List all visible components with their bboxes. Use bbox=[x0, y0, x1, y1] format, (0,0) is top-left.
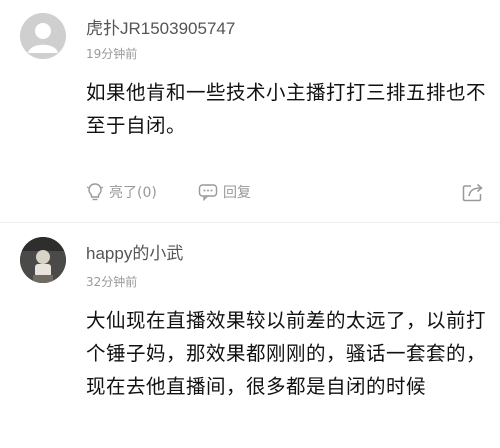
default-avatar-icon bbox=[20, 13, 66, 59]
timestamp: 19分钟前 bbox=[86, 47, 138, 61]
share-button[interactable] bbox=[462, 178, 484, 206]
avatar[interactable] bbox=[20, 13, 66, 59]
share-icon bbox=[462, 183, 483, 202]
chat-bubble-icon bbox=[198, 184, 218, 201]
comment-item: 虎扑JR1503905747 19分钟前 如果他肯和一些技术小主播打打三排五排也… bbox=[0, 0, 500, 222]
avatar[interactable] bbox=[20, 237, 66, 283]
timestamp: 32分钟前 bbox=[86, 275, 138, 289]
username[interactable]: 虎扑JR1503905747 bbox=[86, 14, 235, 39]
comment-text: 如果他肯和一些技术小主播打打三排五排也不至于自闭。 bbox=[86, 81, 487, 137]
reply-button[interactable]: 回复 bbox=[198, 178, 251, 206]
reply-label: 回复 bbox=[223, 185, 251, 201]
comment-item: happy的小武 32分钟前 大仙现在直播效果较以前差的太远了，以前打个锤子妈，… bbox=[0, 222, 500, 448]
user-photo-icon bbox=[20, 237, 66, 283]
like-button[interactable]: 亮了(0) bbox=[86, 178, 157, 206]
like-label: 亮了(0) bbox=[109, 185, 157, 201]
username[interactable]: happy的小武 bbox=[86, 239, 183, 264]
comment-actions: 亮了(0) 回复 bbox=[86, 178, 490, 206]
lightbulb-icon bbox=[86, 183, 104, 201]
comment-text: 大仙现在直播效果较以前差的太远了，以前打个锤子妈，那效果都刚刚的，骚话一套套的，… bbox=[86, 309, 487, 398]
